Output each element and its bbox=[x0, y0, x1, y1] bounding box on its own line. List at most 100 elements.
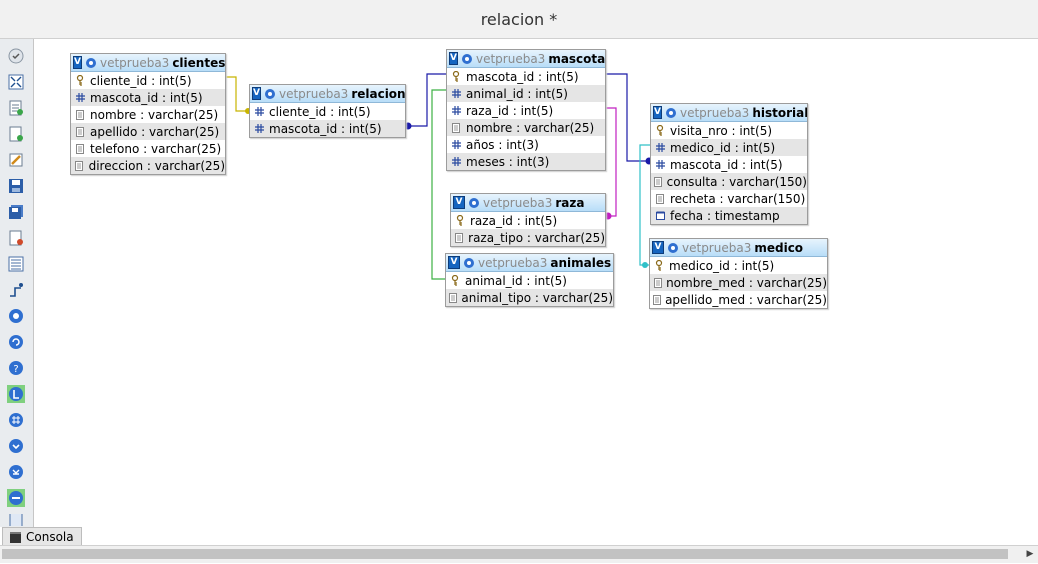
table-header[interactable]: Vvetprueba3 relacion bbox=[250, 85, 405, 103]
table-header[interactable]: Vvetprueba3 raza bbox=[451, 194, 605, 212]
field-label: animal_id : int(5) bbox=[466, 86, 568, 101]
table-raza[interactable]: Vvetprueba3 raza raza_id : int(5) raza_tipo… bbox=[450, 193, 606, 247]
table-mascota[interactable]: Vvetprueba3 mascota mascota_id : int(5) ani… bbox=[446, 49, 606, 171]
field-label: nombre : varchar(25) bbox=[90, 107, 219, 122]
table-list-icon[interactable] bbox=[7, 255, 25, 273]
gear-icon[interactable] bbox=[465, 197, 480, 209]
gear-icon[interactable] bbox=[460, 257, 475, 269]
svg-text:?: ? bbox=[13, 364, 18, 375]
field-row[interactable]: telefono : varchar(25) bbox=[71, 140, 225, 157]
horizontal-scrollbar[interactable]: ▶ bbox=[0, 545, 1038, 563]
add-table-icon[interactable] bbox=[7, 99, 25, 117]
table-header[interactable]: Vvetprueba3 clientes bbox=[71, 54, 225, 72]
gear-icon[interactable] bbox=[662, 107, 677, 119]
field-row[interactable]: mascota_id : int(5) bbox=[250, 120, 405, 137]
save-all-icon[interactable] bbox=[7, 203, 25, 221]
sync-icon[interactable] bbox=[7, 333, 25, 351]
table-checkbox-icon[interactable]: V bbox=[652, 241, 664, 254]
field-label: direccion : varchar(25) bbox=[88, 158, 225, 173]
numeric-field-icon bbox=[654, 143, 666, 152]
numeric-field-icon bbox=[74, 93, 86, 102]
table-historial[interactable]: Vvetprueba3 historial visita_nro : int(5) m… bbox=[650, 103, 808, 225]
field-row[interactable]: raza_id : int(5) bbox=[447, 102, 605, 119]
numeric-field-icon bbox=[450, 106, 462, 115]
table-checkbox-icon[interactable]: V bbox=[453, 196, 465, 209]
circle-check-icon[interactable] bbox=[7, 47, 25, 65]
gear-icon[interactable] bbox=[261, 88, 276, 100]
help-icon[interactable]: ? bbox=[7, 359, 25, 377]
table-name: historial bbox=[752, 105, 807, 120]
save-icon[interactable] bbox=[7, 177, 25, 195]
field-label: raza_id : int(5) bbox=[470, 213, 558, 228]
link-mascota-relacion bbox=[406, 73, 446, 127]
field-row[interactable]: animal_tipo : varchar(25) bbox=[446, 289, 613, 306]
toggle-left-icon[interactable] bbox=[7, 385, 25, 403]
table-name: relacion bbox=[351, 86, 405, 101]
field-label: mascota_id : int(5) bbox=[269, 121, 382, 136]
export-icon[interactable] bbox=[7, 229, 25, 247]
scroll-right-arrow-icon[interactable]: ▶ bbox=[1024, 548, 1036, 560]
field-row[interactable]: medico_id : int(5) bbox=[650, 257, 827, 274]
cycle-icon[interactable] bbox=[7, 307, 25, 325]
table-medico[interactable]: Vvetprueba3 medico medico_id : int(5) nombr… bbox=[649, 238, 828, 309]
table-name: animales bbox=[550, 255, 612, 270]
table-header[interactable]: Vvetprueba3 mascota bbox=[447, 50, 605, 68]
field-row[interactable]: consulta : varchar(150) bbox=[651, 173, 807, 190]
table-header[interactable]: Vvetprueba3 historial bbox=[651, 104, 807, 122]
field-row[interactable]: animal_id : int(5) bbox=[446, 272, 613, 289]
zoom-in-icon[interactable] bbox=[7, 437, 25, 455]
field-row[interactable]: visita_nro : int(5) bbox=[651, 122, 807, 139]
table-clientes[interactable]: Vvetprueba3 clientes cliente_id : int(5) ma… bbox=[70, 53, 226, 175]
grid-icon[interactable] bbox=[7, 411, 25, 429]
field-row[interactable]: raza_id : int(5) bbox=[451, 212, 605, 229]
field-row[interactable]: años : int(3) bbox=[447, 136, 605, 153]
text-field-icon bbox=[449, 292, 458, 303]
zoom-out-icon[interactable] bbox=[7, 463, 25, 481]
field-row[interactable]: cliente_id : int(5) bbox=[250, 103, 405, 120]
relation-icon[interactable] bbox=[7, 281, 25, 299]
field-label: medico_id : int(5) bbox=[669, 258, 775, 273]
designer-canvas[interactable]: Vvetprueba3 clientes cliente_id : int(5) ma… bbox=[34, 39, 1038, 527]
field-label: animal_id : int(5) bbox=[465, 273, 567, 288]
table-checkbox-icon[interactable]: V bbox=[448, 256, 460, 269]
numeric-field-icon bbox=[253, 124, 265, 133]
scrollbar-thumb[interactable] bbox=[2, 549, 1008, 559]
table-relacion[interactable]: Vvetprueba3 relacion cliente_id : int(5) ma… bbox=[249, 84, 406, 138]
table-checkbox-icon[interactable]: V bbox=[73, 56, 82, 69]
field-label: telefono : varchar(25) bbox=[90, 141, 222, 156]
field-row[interactable]: apellido_med : varchar(25) bbox=[650, 291, 827, 308]
field-row[interactable]: animal_id : int(5) bbox=[447, 85, 605, 102]
edit-icon[interactable] bbox=[7, 151, 25, 169]
add-document-icon[interactable] bbox=[7, 125, 25, 143]
numeric-field-icon bbox=[253, 107, 265, 116]
gear-icon[interactable] bbox=[458, 53, 473, 65]
field-row[interactable]: raza_tipo : varchar(25) bbox=[451, 229, 605, 246]
table-header[interactable]: Vvetprueba3 medico bbox=[650, 239, 827, 257]
gear-icon[interactable] bbox=[664, 242, 679, 254]
field-row[interactable]: apellido : varchar(25) bbox=[71, 123, 225, 140]
table-animales[interactable]: Vvetprueba3 animales animal_id : int(5) ani… bbox=[445, 253, 614, 307]
field-row[interactable]: cliente_id : int(5) bbox=[71, 72, 225, 89]
consola-tab[interactable]: Consola bbox=[2, 527, 82, 546]
field-row[interactable]: direccion : varchar(25) bbox=[71, 157, 225, 174]
field-row[interactable]: meses : int(3) bbox=[447, 153, 605, 170]
table-checkbox-icon[interactable]: V bbox=[449, 52, 458, 65]
field-row[interactable]: recheta : varchar(150) bbox=[651, 190, 807, 207]
field-row[interactable]: nombre : varchar(25) bbox=[71, 106, 225, 123]
table-checkbox-icon[interactable]: V bbox=[653, 106, 662, 119]
fit-view-icon[interactable] bbox=[7, 73, 25, 91]
table-checkbox-icon[interactable]: V bbox=[252, 87, 261, 100]
table-header[interactable]: Vvetprueba3 animales bbox=[446, 254, 613, 272]
field-row[interactable]: mascota_id : int(5) bbox=[651, 156, 807, 173]
circle-minus-icon[interactable] bbox=[7, 489, 25, 507]
field-row[interactable]: nombre_med : varchar(25) bbox=[650, 274, 827, 291]
window-title-bar: relacion * bbox=[0, 0, 1038, 39]
field-row[interactable]: mascota_id : int(5) bbox=[447, 68, 605, 85]
field-row[interactable]: nombre : varchar(25) bbox=[447, 119, 605, 136]
field-row[interactable]: mascota_id : int(5) bbox=[71, 89, 225, 106]
field-row[interactable]: fecha : timestamp bbox=[651, 207, 807, 224]
page-icon[interactable] bbox=[7, 514, 25, 526]
gear-icon[interactable] bbox=[82, 57, 97, 69]
field-row[interactable]: medico_id : int(5) bbox=[651, 139, 807, 156]
field-label: animal_tipo : varchar(25) bbox=[461, 290, 613, 305]
